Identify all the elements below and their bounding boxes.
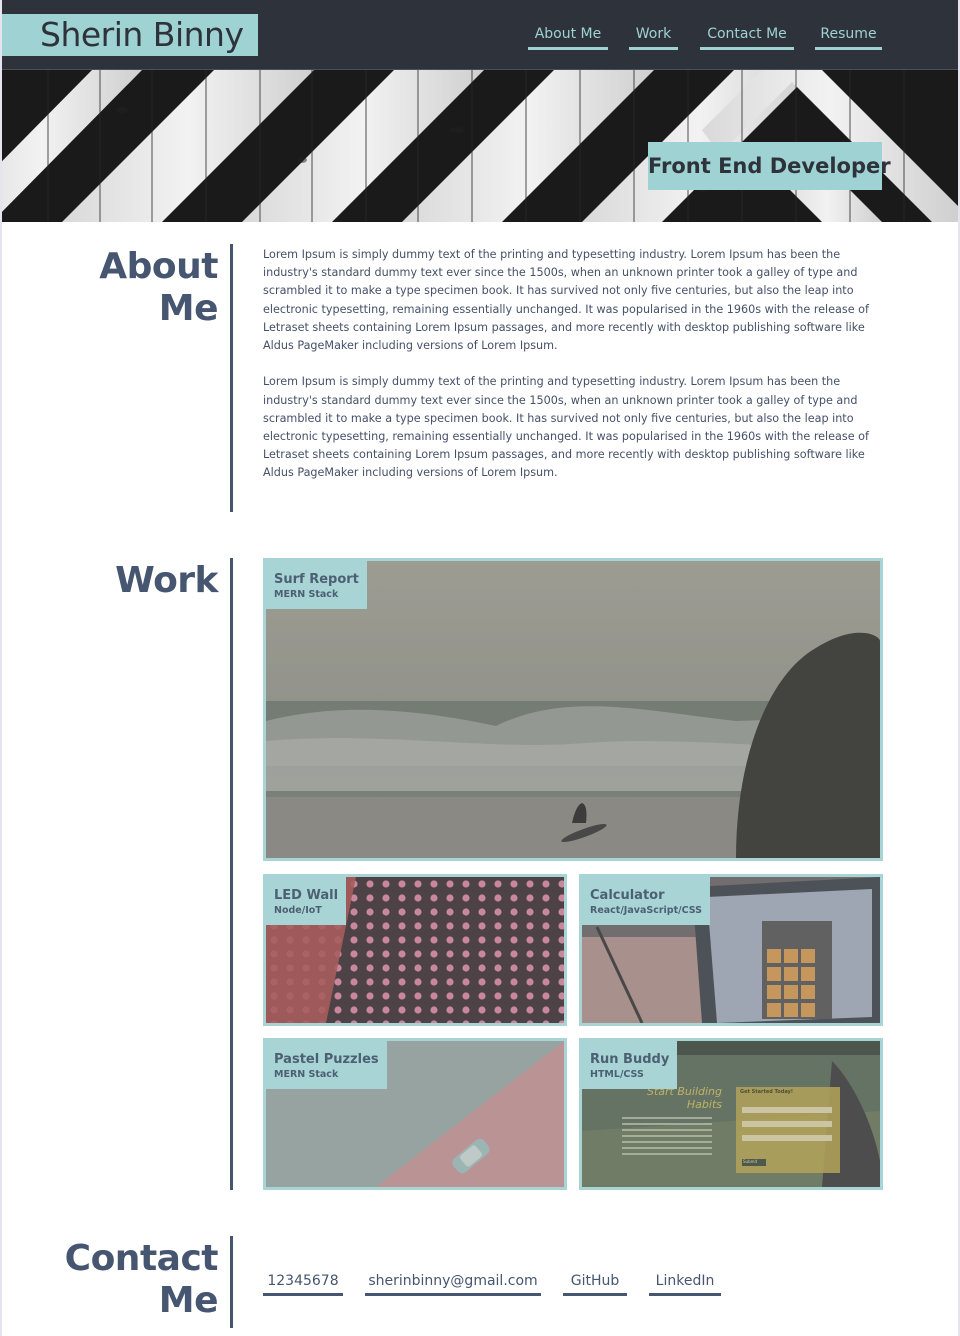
- project-stack: MERN Stack: [274, 1069, 339, 1080]
- project-card-run-buddy[interactable]: Start Building Habits Get Started Today!…: [579, 1038, 883, 1190]
- site-header: Sherin Binny About Me Work Contact Me Re…: [2, 0, 958, 70]
- project-name: LED Wall: [274, 888, 339, 903]
- contact-divider: [230, 1236, 233, 1328]
- project-card-led-wall[interactable]: LED Wall Node/IoT: [263, 874, 567, 1026]
- about-paragraph: Lorem Ipsum is simply dummy text of the …: [263, 375, 869, 480]
- project-card-surf-report[interactable]: Surf Report MERN Stack: [263, 558, 883, 861]
- contact-heading-line1: Contact: [64, 1238, 219, 1279]
- hero-banner: Front End Developer: [2, 70, 958, 222]
- project-card-pastel-puzzles[interactable]: Pastel Puzzles MERN Stack: [263, 1038, 567, 1190]
- work-divider: [230, 558, 233, 1190]
- about-divider: [230, 244, 233, 512]
- project-name: Surf Report: [274, 572, 359, 587]
- about-heading: About Me: [99, 246, 218, 330]
- project-label: Surf Report MERN Stack: [266, 561, 367, 609]
- project-label: Calculator React/JavaScript/CSS: [582, 877, 710, 925]
- about-body: Lorem Ipsum is simply dummy text of the …: [263, 246, 885, 501]
- project-label: Pastel Puzzles MERN Stack: [266, 1041, 387, 1089]
- hero-tagline: Front End Developer: [648, 142, 891, 190]
- contact-heading: Contact Me: [64, 1238, 219, 1322]
- project-stack: React/JavaScript/CSS: [590, 905, 702, 916]
- project-label: LED Wall Node/IoT: [266, 877, 347, 925]
- project-name: Run Buddy: [590, 1052, 670, 1067]
- work-heading: Work: [115, 560, 218, 601]
- contact-email-link[interactable]: sherinbinny@gmail.com: [365, 1272, 541, 1296]
- contact-linkedin-link[interactable]: LinkedIn: [649, 1272, 721, 1296]
- nav-resume[interactable]: Resume: [815, 24, 882, 50]
- contact-heading-line2: Me: [158, 1280, 219, 1321]
- project-card-calculator[interactable]: Calculator React/JavaScript/CSS: [579, 874, 883, 1026]
- project-label: Run Buddy HTML/CSS: [582, 1041, 678, 1089]
- project-stack: MERN Stack: [274, 589, 339, 600]
- about-heading-line1: About: [99, 246, 218, 287]
- nav-contact-me[interactable]: Contact Me: [700, 24, 794, 50]
- contact-phone-link[interactable]: 12345678: [263, 1272, 343, 1296]
- nav-about-me[interactable]: About Me: [528, 24, 608, 50]
- project-name: Calculator: [590, 888, 665, 903]
- nav-work[interactable]: Work: [629, 24, 678, 50]
- about-heading-line2: Me: [158, 288, 219, 329]
- project-stack: Node/IoT: [274, 905, 322, 916]
- project-name: Pastel Puzzles: [274, 1052, 379, 1067]
- contact-github-link[interactable]: GitHub: [563, 1272, 627, 1296]
- project-stack: HTML/CSS: [590, 1069, 644, 1080]
- main-nav: About Me Work Contact Me Resume: [2, 24, 958, 50]
- about-paragraph: Lorem Ipsum is simply dummy text of the …: [263, 248, 869, 353]
